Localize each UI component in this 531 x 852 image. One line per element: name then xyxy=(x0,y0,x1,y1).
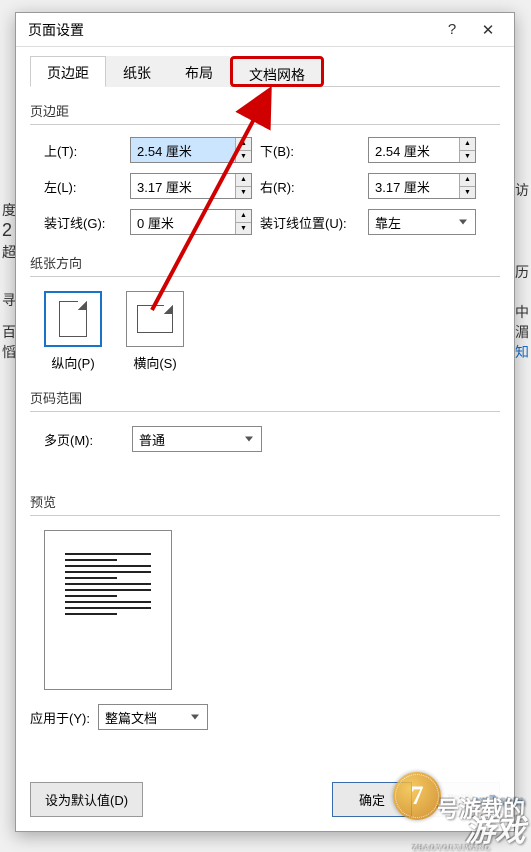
bottom-spinner[interactable]: ▲▼ xyxy=(368,137,476,163)
bg-text: 度 xyxy=(2,200,16,220)
spin-up-icon[interactable]: ▲ xyxy=(460,174,475,187)
top-label: 上(T): xyxy=(44,141,122,160)
bg-text: 超 xyxy=(2,242,16,262)
spin-buttons[interactable]: ▲▼ xyxy=(459,174,475,198)
section-preview-label: 预览 xyxy=(30,492,500,511)
section-rule xyxy=(30,124,500,125)
cancel-button[interactable]: 取消 xyxy=(420,782,500,817)
preview-line xyxy=(65,559,117,561)
bottom-input[interactable] xyxy=(369,138,459,162)
dialog-content: 页边距 纸张 布局 文档网格 页边距 上(T): ▲▼ 下(B): ▲▼ 左(L… xyxy=(16,47,514,744)
right-label: 右(R): xyxy=(260,177,360,196)
left-input[interactable] xyxy=(131,174,235,198)
preview-line xyxy=(65,565,151,567)
preview-line xyxy=(65,583,151,585)
preview-line xyxy=(65,607,151,609)
margins-grid: 上(T): ▲▼ 下(B): ▲▼ 左(L): ▲▼ 右(R): ▲▼ 装订线(… xyxy=(44,137,500,235)
gutter-label: 装订线(G): xyxy=(44,213,122,232)
bg-text: 湄 xyxy=(515,322,529,342)
bg-text: 历 xyxy=(515,262,529,282)
right-input[interactable] xyxy=(369,174,459,198)
bg-text: 知 xyxy=(515,342,529,362)
spin-buttons[interactable]: ▲▼ xyxy=(459,138,475,162)
multi-pages-select[interactable]: 普通 xyxy=(132,426,262,452)
spin-down-icon[interactable]: ▼ xyxy=(236,223,251,235)
tab-layout[interactable]: 布局 xyxy=(168,56,230,87)
spin-buttons[interactable]: ▲▼ xyxy=(235,138,251,162)
portrait-label: 纵向(P) xyxy=(51,356,94,371)
section-rule xyxy=(30,276,500,277)
top-spinner[interactable]: ▲▼ xyxy=(130,137,252,163)
gutter-spinner[interactable]: ▲▼ xyxy=(130,209,252,235)
right-spinner[interactable]: ▲▼ xyxy=(368,173,476,199)
tab-document-grid[interactable]: 文档网格 xyxy=(230,56,324,87)
tab-margins[interactable]: 页边距 xyxy=(30,56,106,87)
titlebar: 页面设置 ? ✕ xyxy=(16,13,514,47)
top-input[interactable] xyxy=(131,138,235,162)
spin-buttons[interactable]: ▲▼ xyxy=(235,174,251,198)
help-button[interactable]: ? xyxy=(434,16,470,44)
section-margins-label: 页边距 xyxy=(30,101,500,120)
preview-line xyxy=(65,589,151,591)
spin-buttons[interactable]: ▲▼ xyxy=(235,210,251,234)
landscape-label: 横向(S) xyxy=(133,356,176,371)
watermark-sub: ZHAOYOUXIWANG xyxy=(412,844,491,852)
spin-up-icon[interactable]: ▲ xyxy=(236,210,251,223)
bg-text: 中 xyxy=(515,302,529,322)
tab-paper[interactable]: 纸张 xyxy=(106,56,168,87)
gutter-pos-select[interactable]: 靠左 xyxy=(368,209,476,235)
preview-line xyxy=(65,595,117,597)
preview-line xyxy=(65,613,117,615)
ok-button[interactable]: 确定 xyxy=(332,782,412,817)
bg-text: 寻 xyxy=(2,290,16,310)
bg-text: 慆 xyxy=(2,342,16,362)
preview-line xyxy=(65,571,151,573)
section-orientation-label: 纸张方向 xyxy=(30,253,500,272)
spin-down-icon[interactable]: ▼ xyxy=(236,151,251,163)
gutter-pos-label: 装订线位置(U): xyxy=(260,213,360,232)
preview-line xyxy=(65,601,151,603)
landscape-icon-box xyxy=(126,291,184,347)
multi-pages-label: 多页(M): xyxy=(44,430,114,449)
preview-page xyxy=(44,530,172,690)
button-row: 设为默认值(D) 确定 取消 xyxy=(30,782,500,817)
spin-down-icon[interactable]: ▼ xyxy=(236,187,251,199)
section-rule xyxy=(30,411,500,412)
bg-text: 访 xyxy=(515,180,529,200)
preview-line xyxy=(65,553,151,555)
page-setup-dialog: 页面设置 ? ✕ 页边距 纸张 布局 文档网格 页边距 上(T): ▲▼ 下(B… xyxy=(15,12,515,832)
portrait-icon-box xyxy=(44,291,102,347)
apply-to-select[interactable]: 整篇文档 xyxy=(98,704,208,730)
portrait-page-icon xyxy=(59,301,87,337)
spin-down-icon[interactable]: ▼ xyxy=(460,187,475,199)
close-button[interactable]: ✕ xyxy=(470,16,506,44)
bg-text: 百 xyxy=(2,322,16,342)
set-default-button[interactable]: 设为默认值(D) xyxy=(30,782,143,817)
orientation-row: 纵向(P) 横向(S) xyxy=(44,291,500,372)
tab-bar: 页边距 纸张 布局 文档网格 xyxy=(30,55,500,87)
section-pages-label: 页码范围 xyxy=(30,388,500,407)
spin-down-icon[interactable]: ▼ xyxy=(460,151,475,163)
multi-pages-row: 多页(M): 普通 xyxy=(44,426,500,452)
gutter-input[interactable] xyxy=(131,210,235,234)
spin-up-icon[interactable]: ▲ xyxy=(236,138,251,151)
left-label: 左(L): xyxy=(44,177,122,196)
left-spinner[interactable]: ▲▼ xyxy=(130,173,252,199)
dialog-title: 页面设置 xyxy=(24,20,434,40)
apply-to-label: 应用于(Y): xyxy=(30,708,90,727)
spin-up-icon[interactable]: ▲ xyxy=(460,138,475,151)
bg-text: 2 xyxy=(2,220,12,241)
preview-line xyxy=(65,577,117,579)
orientation-landscape[interactable]: 横向(S) xyxy=(126,291,184,372)
spin-up-icon[interactable]: ▲ xyxy=(236,174,251,187)
bottom-label: 下(B): xyxy=(260,141,360,160)
section-rule xyxy=(30,515,500,516)
apply-to-row: 应用于(Y): 整篇文档 xyxy=(30,704,500,730)
orientation-portrait[interactable]: 纵向(P) xyxy=(44,291,102,372)
landscape-page-icon xyxy=(137,305,173,333)
